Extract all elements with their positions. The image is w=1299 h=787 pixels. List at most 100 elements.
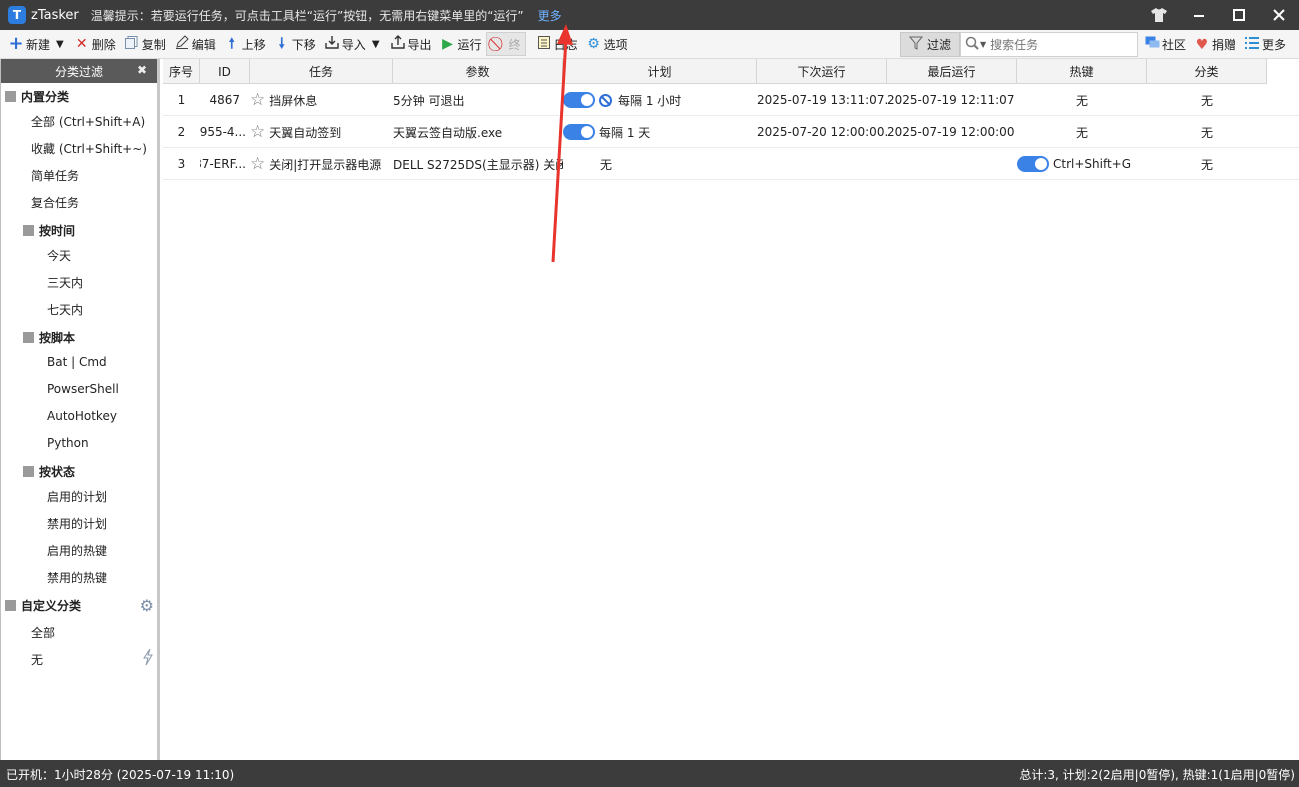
delete-button[interactable]: ✕ 删除 bbox=[70, 32, 120, 56]
search-input[interactable] bbox=[990, 37, 1131, 52]
cell-no: 2 bbox=[177, 125, 186, 139]
move-up-button[interactable]: 🠕 上移 bbox=[220, 32, 270, 56]
cell-task: ☆ 挡屏休息 bbox=[250, 90, 318, 110]
sidebar-item-composite[interactable]: 复合任务 bbox=[1, 190, 158, 214]
category-sidebar: 分类过滤 ✖ 内置分类 全部 (Ctrl+Shift+A) 收藏 (Ctrl+S… bbox=[0, 59, 160, 760]
run-button[interactable]: ▶ 运行 bbox=[436, 32, 486, 56]
sidebar-item-seven-days[interactable]: 七天内 bbox=[1, 297, 158, 321]
sidebar-header: 分类过滤 ✖ bbox=[1, 59, 157, 83]
sidebar-item-disabled-plans[interactable]: 禁用的计划 bbox=[1, 511, 158, 535]
filter-button[interactable]: 过滤 bbox=[900, 32, 960, 57]
collapse-square-icon[interactable] bbox=[23, 331, 34, 343]
cell-next-run: 2025-07-20 12:00:00... bbox=[757, 125, 887, 139]
list-menu-icon bbox=[1244, 36, 1260, 53]
col-header-category[interactable]: 分类 bbox=[1147, 59, 1267, 84]
sidebar-item-all[interactable]: 全部 (Ctrl+Shift+A) bbox=[1, 109, 158, 133]
table-row[interactable]: 1 4867 ☆ 挡屏休息 5分钟 可退出 每隔 1 小时 2025-07-19… bbox=[163, 84, 1299, 116]
collapse-square-icon[interactable] bbox=[5, 90, 16, 102]
import-dropdown-icon[interactable]: ▼ bbox=[370, 39, 386, 50]
cell-id: 955-4... bbox=[200, 125, 246, 139]
copy-button[interactable]: 复制 bbox=[120, 32, 170, 56]
more-link[interactable]: 更多 bbox=[538, 7, 562, 24]
table-row[interactable]: 3 87-ERF... ☆ 关闭|打开显示器电源 DELL S2725DS(主显… bbox=[163, 148, 1299, 180]
plan-toggle[interactable] bbox=[563, 92, 595, 108]
import-button[interactable]: 导入 bbox=[320, 32, 370, 56]
sidebar-item-custom-none[interactable]: 无 bbox=[1, 647, 158, 671]
new-button[interactable]: + 新建 bbox=[4, 32, 54, 56]
col-header-plan[interactable]: 计划 bbox=[563, 59, 757, 84]
log-button[interactable]: 日志 bbox=[532, 32, 582, 56]
edit-button[interactable]: 编辑 bbox=[170, 32, 220, 56]
heart-icon: ♥ bbox=[1195, 36, 1209, 53]
toolbar: + 新建 ▼ ✕ 删除 复制 编辑 🠕 上移 🠗 下移 导入 ▼ 导出 ▶ 运行… bbox=[0, 30, 1299, 59]
filter-funnel-icon bbox=[908, 36, 924, 53]
collapse-square-icon[interactable] bbox=[23, 465, 34, 477]
plus-icon: + bbox=[8, 33, 24, 54]
search-dropdown-icon[interactable]: ▼ bbox=[980, 40, 986, 49]
col-header-task[interactable]: 任务 bbox=[250, 59, 393, 84]
cell-next-run bbox=[757, 148, 887, 180]
minimize-icon[interactable] bbox=[1179, 0, 1219, 30]
sidebar-item-enabled-hotkeys[interactable]: 启用的热键 bbox=[1, 538, 158, 562]
group-by-status[interactable]: 按状态 bbox=[1, 459, 158, 483]
col-header-id[interactable]: ID bbox=[200, 59, 250, 84]
group-builtin[interactable]: 内置分类 bbox=[1, 84, 158, 108]
hotkey-toggle[interactable] bbox=[1017, 156, 1049, 172]
sidebar-item-custom-all[interactable]: 全部 bbox=[1, 620, 158, 644]
sidebar-item-disabled-hotkeys[interactable]: 禁用的热键 bbox=[1, 565, 158, 589]
sidebar-item-simple[interactable]: 简单任务 bbox=[1, 163, 158, 187]
group-by-time[interactable]: 按时间 bbox=[1, 218, 158, 242]
app-name: zTasker bbox=[31, 7, 79, 23]
group-by-script[interactable]: 按脚本 bbox=[1, 325, 158, 349]
cell-task: ☆ 关闭|打开显示器电源 bbox=[250, 154, 382, 174]
sidebar-item-favorites[interactable]: 收藏 (Ctrl+Shift+~) bbox=[1, 136, 158, 160]
options-button[interactable]: ⚙ 选项 bbox=[582, 32, 632, 56]
favorite-star-icon[interactable]: ☆ bbox=[250, 154, 265, 174]
ban-icon bbox=[599, 93, 612, 107]
favorite-star-icon[interactable]: ☆ bbox=[250, 90, 265, 110]
sidebar-item-python[interactable]: Python bbox=[1, 431, 158, 455]
sidebar-item-bat-cmd[interactable]: Bat | Cmd bbox=[1, 350, 158, 374]
community-chat-icon bbox=[1144, 36, 1160, 53]
export-button[interactable]: 导出 bbox=[386, 32, 436, 56]
favorite-star-icon[interactable]: ☆ bbox=[250, 122, 265, 142]
col-header-no[interactable]: 序号 bbox=[163, 59, 200, 84]
sidebar-close-icon[interactable]: ✖ bbox=[137, 63, 147, 77]
collapse-square-icon[interactable] bbox=[5, 599, 16, 611]
cell-plan: 无 bbox=[600, 157, 613, 172]
cell-next-run: 2025-07-19 13:11:07... bbox=[757, 93, 887, 107]
sidebar-item-autohotkey[interactable]: AutoHotkey bbox=[1, 404, 158, 428]
status-bar: 已开机：1小时28分 (2025-07-19 11:10) 总计:3, 计划:2… bbox=[0, 760, 1299, 787]
collapse-square-icon[interactable] bbox=[23, 224, 34, 236]
sidebar-item-today[interactable]: 今天 bbox=[1, 243, 158, 267]
cell-params: 天翼云签自动版.exe bbox=[393, 125, 503, 140]
cell-category: 无 bbox=[1200, 157, 1213, 172]
tshirt-icon[interactable] bbox=[1139, 0, 1179, 30]
sidebar-item-three-days[interactable]: 三天内 bbox=[1, 270, 158, 294]
move-down-button[interactable]: 🠗 下移 bbox=[270, 32, 320, 56]
more-button[interactable]: 更多 bbox=[1240, 33, 1290, 57]
window-controls bbox=[1139, 0, 1299, 30]
col-header-hotkey[interactable]: 热键 bbox=[1017, 59, 1147, 84]
cell-hotkey: 无 bbox=[1075, 93, 1088, 108]
stop-button[interactable]: ⃠ 终 bbox=[485, 32, 526, 56]
new-dropdown-icon[interactable]: ▼ bbox=[54, 39, 70, 50]
close-icon[interactable] bbox=[1259, 0, 1299, 30]
col-header-params[interactable]: 参数 bbox=[393, 59, 563, 84]
col-header-last-run[interactable]: 最后运行 bbox=[887, 59, 1017, 84]
settings-gear-icon[interactable]: ⚙ bbox=[140, 596, 154, 615]
maximize-icon[interactable] bbox=[1219, 0, 1259, 30]
sidebar-item-powershell[interactable]: PowserShell bbox=[1, 377, 158, 401]
group-custom[interactable]: 自定义分类 ⚙ bbox=[1, 593, 158, 617]
table-row[interactable]: 2 955-4... ☆ 天翼自动签到 天翼云签自动版.exe 每隔 1 天 2… bbox=[163, 116, 1299, 148]
col-header-next-run[interactable]: 下次运行 bbox=[757, 59, 887, 84]
cell-id: 4867 bbox=[209, 93, 240, 107]
sidebar-item-enabled-plans[interactable]: 启用的计划 bbox=[1, 484, 158, 508]
plan-toggle[interactable] bbox=[563, 124, 595, 140]
task-grid: 序号 ID 任务 参数 计划 下次运行 最后运行 热键 分类 1 4867 ☆ … bbox=[163, 59, 1299, 760]
cell-params: DELL S2725DS(主显示器) 关闭 bbox=[393, 157, 563, 172]
arrow-down-icon: 🠗 bbox=[278, 36, 285, 52]
donate-button[interactable]: ♥ 捐赠 bbox=[1190, 33, 1240, 57]
cell-last-run bbox=[887, 148, 1017, 180]
community-button[interactable]: 社区 bbox=[1140, 33, 1190, 57]
